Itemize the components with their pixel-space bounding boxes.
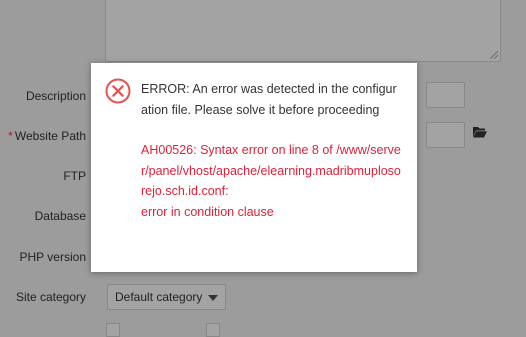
- website-path-input[interactable]: [426, 122, 465, 148]
- site-category-value: Default category: [115, 290, 203, 304]
- checkbox-1[interactable]: [106, 323, 120, 337]
- error-message: ERROR: An error was detected in the conf…: [141, 82, 397, 117]
- notes-textarea[interactable]: [105, 0, 501, 62]
- dialog-text: ERROR: An error was detected in the conf…: [141, 79, 403, 222]
- error-detail: AH00526: Syntax error on line 8 of /www/…: [141, 140, 403, 222]
- php-version-label: PHP version: [19, 250, 86, 264]
- resize-grip-icon[interactable]: [490, 51, 498, 59]
- checkbox-2[interactable]: [206, 323, 220, 337]
- site-category-label: Site category: [15, 290, 86, 304]
- site-category-select[interactable]: Default category: [107, 284, 226, 310]
- ftp-label: FTP: [63, 169, 86, 183]
- error-dialog: ERROR: An error was detected in the conf…: [91, 63, 417, 272]
- error-circle-x-icon: [105, 78, 131, 104]
- chevron-down-icon: [208, 295, 218, 301]
- description-input[interactable]: [426, 82, 465, 108]
- website-path-label: * Website Path: [8, 129, 86, 143]
- description-label: Description: [25, 89, 86, 103]
- database-label: Database: [34, 209, 86, 223]
- required-marker: *: [8, 129, 13, 143]
- website-path-label-text: Website Path: [14, 129, 86, 143]
- folder-open-icon[interactable]: [473, 126, 487, 138]
- error-detail-line2: error in condition clause: [141, 204, 274, 219]
- error-detail-line1: AH00526: Syntax error on line 8 of /www/…: [141, 143, 401, 198]
